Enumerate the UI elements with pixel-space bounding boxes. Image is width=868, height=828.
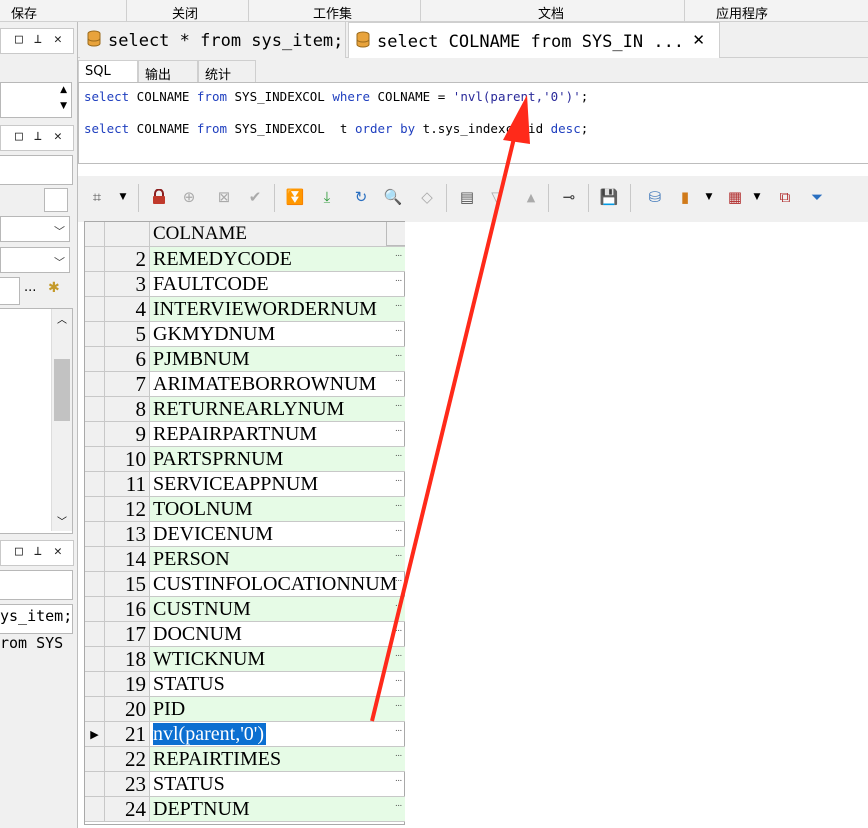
- arrow-head: [503, 95, 530, 144]
- arrow-shaft: [370, 129, 518, 722]
- red-arrow-annotation: [370, 95, 530, 722]
